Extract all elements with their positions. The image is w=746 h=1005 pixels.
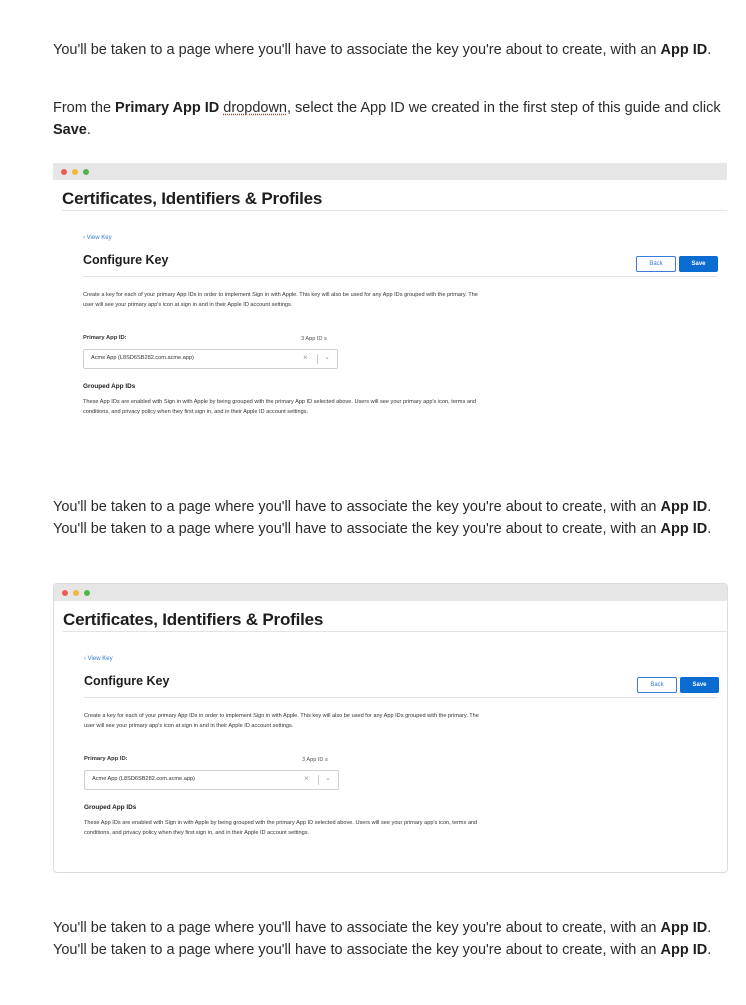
portal-title: Certificates, Identifiers & Profiles xyxy=(62,189,323,208)
paragraph-repeat-2: You'll be taken to a page where you'll h… xyxy=(53,920,712,958)
grouped-app-ids-heading: Grouped App IDs xyxy=(84,804,137,811)
app-id-count: 3 App ID s xyxy=(301,336,327,342)
divider xyxy=(63,631,727,632)
grouped-app-ids-heading: Grouped App IDs xyxy=(83,383,136,390)
close-window-dot xyxy=(61,169,67,175)
selected-app-id: Acme App (L8SD6SB282.com.acme.app) xyxy=(91,355,194,361)
back-button: Back xyxy=(637,677,677,693)
select-separator xyxy=(318,775,319,785)
view-key-link: ‹ View Key xyxy=(84,656,113,662)
select-separator xyxy=(317,354,318,364)
grouped-app-ids-description: These App IDs are enabled with Sign in w… xyxy=(84,820,478,836)
clear-icon: × xyxy=(304,774,309,783)
grouped-app-ids-description: These App IDs are enabled with Sign in w… xyxy=(83,399,477,415)
window-titlebar xyxy=(54,584,727,601)
window-titlebar xyxy=(53,163,727,180)
paragraph-intro: You'll be taken to a page where you'll h… xyxy=(53,42,712,58)
configure-key-screenshot-2: Certificates, Identifiers & Profiles ‹ V… xyxy=(53,583,728,873)
configure-key-title: Configure Key xyxy=(84,674,170,688)
app-id-count: 3 App ID s xyxy=(302,757,328,763)
primary-app-id-label: Primary App ID: xyxy=(84,756,128,762)
chevron-down-icon: ⌄ xyxy=(325,775,331,782)
primary-app-id-select: Acme App (L8SD6SB282.com.acme.app) × ⌄ xyxy=(83,349,338,369)
zoom-window-dot xyxy=(83,169,89,175)
primary-app-id-label: Primary App ID: xyxy=(83,335,127,341)
primary-app-id-select: Acme App (L8SD6SB282.com.acme.app) × ⌄ xyxy=(84,770,339,790)
back-button: Back xyxy=(636,256,676,272)
close-window-dot xyxy=(62,590,68,596)
divider xyxy=(84,697,717,698)
paragraph-repeat-1: You'll be taken to a page where you'll h… xyxy=(53,499,712,537)
key-description: Create a key for each of your primary Ap… xyxy=(84,713,479,729)
zoom-window-dot xyxy=(84,590,90,596)
save-button: Save xyxy=(680,677,719,693)
save-button: Save xyxy=(679,256,718,272)
view-key-link: ‹ View Key xyxy=(83,235,112,241)
selected-app-id: Acme App (L8SD6SB282.com.acme.app) xyxy=(92,776,195,782)
configure-key-screenshot: Certificates, Identifiers & Profiles ‹ V… xyxy=(53,163,727,452)
clear-icon: × xyxy=(303,353,308,362)
portal-title: Certificates, Identifiers & Profiles xyxy=(63,610,324,629)
divider xyxy=(62,210,727,211)
chevron-down-icon: ⌄ xyxy=(324,354,330,361)
divider xyxy=(83,276,717,277)
paragraph-primary-app-id: From the Primary App ID dropdown, select… xyxy=(53,100,721,138)
configure-key-title: Configure Key xyxy=(83,253,169,267)
minimize-window-dot xyxy=(72,169,78,175)
minimize-window-dot xyxy=(73,590,79,596)
key-description: Create a key for each of your primary Ap… xyxy=(83,292,478,308)
